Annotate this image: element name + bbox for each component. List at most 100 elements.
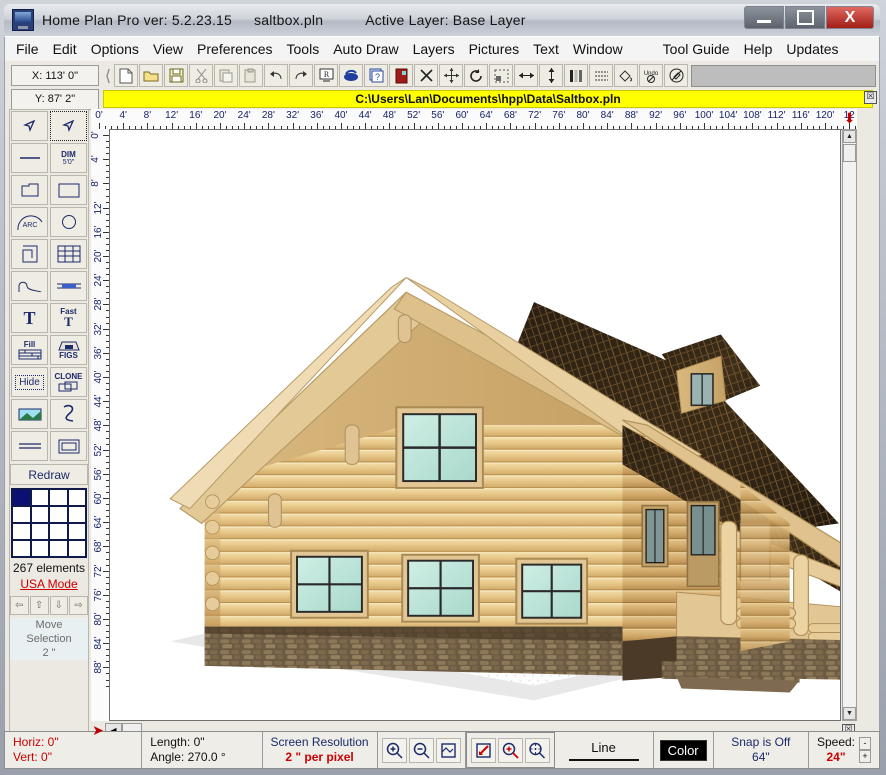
mirror-horizontal-icon[interactable] bbox=[514, 64, 538, 87]
rectangle-tool[interactable] bbox=[50, 175, 87, 205]
frame-tool[interactable] bbox=[50, 431, 87, 461]
menu-options[interactable]: Options bbox=[84, 39, 146, 59]
menu-pictures[interactable]: Pictures bbox=[462, 39, 527, 59]
save-disk-icon[interactable] bbox=[164, 64, 188, 87]
menu-preferences[interactable]: Preferences bbox=[190, 39, 279, 59]
color-swatch[interactable] bbox=[68, 489, 87, 506]
scroll-up-button[interactable]: ▲ bbox=[843, 130, 856, 143]
select-box-icon[interactable] bbox=[489, 64, 513, 87]
wall-tool[interactable] bbox=[11, 239, 48, 269]
menu-tool-guide[interactable]: Tool Guide bbox=[656, 39, 737, 59]
hide-tool[interactable]: Hide bbox=[11, 367, 48, 397]
speed-increase-button[interactable]: + bbox=[859, 750, 871, 763]
color-swatch[interactable] bbox=[49, 489, 68, 506]
drawing-canvas[interactable] bbox=[109, 129, 841, 721]
color-swatch-grid[interactable] bbox=[11, 488, 87, 558]
color-swatch[interactable] bbox=[12, 506, 31, 523]
color-swatch[interactable] bbox=[31, 523, 50, 540]
pan-zoom-icon[interactable] bbox=[525, 738, 550, 763]
undo-icon[interactable] bbox=[264, 64, 288, 87]
cut-scissors-icon[interactable] bbox=[189, 64, 213, 87]
menu-layers[interactable]: Layers bbox=[406, 39, 462, 59]
move-right-button[interactable]: ⇨ bbox=[69, 596, 88, 615]
undo-all-icon[interactable]: Undo bbox=[639, 64, 663, 87]
fill-tool[interactable]: Fill bbox=[11, 335, 48, 365]
paint-bucket-icon[interactable] bbox=[614, 64, 638, 87]
vertical-ruler[interactable]: 0'4'8'12'16'20'24'28'32'36'40'44'48'52'5… bbox=[91, 129, 110, 721]
menu-window[interactable]: Window bbox=[566, 39, 630, 59]
color-swatch[interactable] bbox=[12, 489, 31, 506]
fast-text-tool[interactable]: Fast T bbox=[50, 303, 87, 333]
color-swatch[interactable] bbox=[68, 540, 87, 557]
color-swatch[interactable] bbox=[31, 540, 50, 557]
menu-updates[interactable]: Updates bbox=[779, 39, 845, 59]
minimize-button[interactable] bbox=[744, 6, 784, 29]
redo-icon[interactable] bbox=[289, 64, 313, 87]
color-swatch[interactable] bbox=[12, 540, 31, 557]
clone-tool[interactable]: CLONE bbox=[50, 367, 87, 397]
select-area-tool[interactable] bbox=[50, 111, 87, 141]
fit-page-icon[interactable] bbox=[436, 738, 461, 763]
double-line-tool[interactable] bbox=[50, 271, 87, 301]
maximize-button[interactable] bbox=[785, 6, 825, 29]
move-down-button[interactable]: ⇩ bbox=[50, 596, 69, 615]
color-swatch[interactable] bbox=[49, 523, 68, 540]
path-close-icon[interactable]: ☒ bbox=[864, 91, 877, 104]
menu-file[interactable]: File bbox=[9, 39, 46, 59]
move-up-button[interactable]: ⇧ bbox=[30, 596, 49, 615]
usa-mode-link[interactable]: USA Mode bbox=[10, 577, 88, 591]
line-tool[interactable] bbox=[11, 143, 48, 173]
help-page-icon[interactable]: ? bbox=[364, 64, 388, 87]
color-swatch[interactable] bbox=[31, 489, 50, 506]
open-folder-icon[interactable] bbox=[139, 64, 163, 87]
move-icon[interactable] bbox=[439, 64, 463, 87]
menu-auto-draw[interactable]: Auto Draw bbox=[326, 39, 405, 59]
window-tool[interactable] bbox=[50, 239, 87, 269]
align-lines-icon[interactable] bbox=[589, 64, 613, 87]
dimension-tool[interactable]: DIM 5'0" bbox=[50, 143, 87, 173]
canvas-vertical-scrollbar[interactable]: ▲ ▼ bbox=[842, 129, 857, 721]
figures-tool[interactable]: FIGS bbox=[50, 335, 87, 365]
color-swatch[interactable] bbox=[31, 506, 50, 523]
delete-x-icon[interactable] bbox=[414, 64, 438, 87]
menu-help[interactable]: Help bbox=[737, 39, 780, 59]
curve-tool[interactable] bbox=[11, 271, 48, 301]
color-swatch[interactable] bbox=[49, 506, 68, 523]
zoom-window-icon[interactable] bbox=[498, 738, 523, 763]
polygon-tool[interactable] bbox=[11, 175, 48, 205]
columns-icon[interactable] bbox=[564, 64, 588, 87]
line-style-selector[interactable]: Line bbox=[555, 732, 654, 768]
menu-text[interactable]: Text bbox=[526, 39, 566, 59]
horizontal-ruler[interactable]: 0'4'8'12'16'20'24'28'32'36'40'44'48'52'5… bbox=[91, 109, 857, 130]
menu-view[interactable]: View bbox=[146, 39, 190, 59]
freehand-tool[interactable] bbox=[50, 399, 87, 429]
mirror-vertical-icon[interactable] bbox=[539, 64, 563, 87]
zoom-out-icon[interactable] bbox=[409, 738, 434, 763]
rotate-icon[interactable] bbox=[464, 64, 488, 87]
redraw-button[interactable]: Redraw bbox=[10, 464, 88, 485]
zoom-selection-icon[interactable] bbox=[471, 738, 496, 763]
menu-edit[interactable]: Edit bbox=[46, 39, 84, 59]
gradient-tool[interactable] bbox=[11, 399, 48, 429]
vertical-scroll-thumb[interactable] bbox=[843, 144, 856, 162]
new-file-icon[interactable] bbox=[114, 64, 138, 87]
zoom-in-icon[interactable] bbox=[382, 738, 407, 763]
print-icon[interactable] bbox=[339, 64, 363, 87]
parallel-lines-tool[interactable] bbox=[11, 431, 48, 461]
snap-cell[interactable]: Snap is Off 64" bbox=[713, 732, 809, 768]
color-button[interactable]: Color bbox=[660, 740, 707, 761]
color-swatch[interactable] bbox=[68, 506, 87, 523]
menu-tools[interactable]: Tools bbox=[280, 39, 327, 59]
no-draw-icon[interactable] bbox=[664, 64, 688, 87]
scroll-down-button[interactable]: ▼ bbox=[843, 707, 856, 720]
door-icon[interactable] bbox=[389, 64, 413, 87]
copy-icon[interactable] bbox=[214, 64, 238, 87]
color-swatch[interactable] bbox=[68, 523, 87, 540]
text-tool[interactable]: T bbox=[11, 303, 48, 333]
color-swatch[interactable] bbox=[49, 540, 68, 557]
register-icon[interactable]: R bbox=[314, 64, 338, 87]
speed-decrease-button[interactable]: - bbox=[859, 737, 871, 750]
paste-icon[interactable] bbox=[239, 64, 263, 87]
close-button[interactable]: X bbox=[826, 6, 874, 29]
arc-tool[interactable]: ARC bbox=[11, 207, 48, 237]
